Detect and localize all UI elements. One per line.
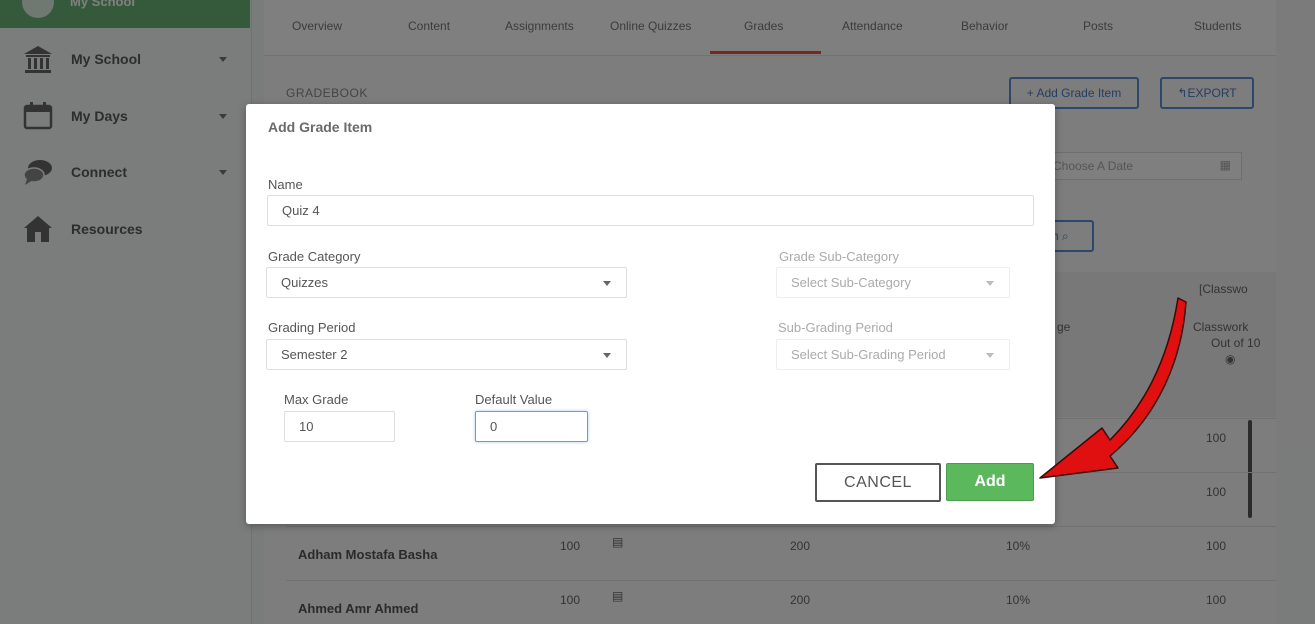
grading-period-select[interactable]: Semester 2 [266,339,627,370]
grade-subcategory-select[interactable]: Select Sub-Category [776,267,1010,298]
max-grade-input[interactable] [284,411,395,442]
grading-period-value: Semester 2 [281,347,348,362]
chevron-down-icon [603,353,611,358]
name-input[interactable] [267,195,1034,226]
grade-subcategory-placeholder: Select Sub-Category [791,275,911,290]
add-grade-item-dialog: Add Grade Item Name Grade Category Quizz… [246,104,1055,524]
sub-grading-period-select[interactable]: Select Sub-Grading Period [776,339,1010,370]
sub-grading-period-label: Sub-Grading Period [778,320,893,335]
grading-period-label: Grading Period [268,320,356,335]
chevron-down-icon [986,281,994,286]
grade-category-label: Grade Category [268,249,361,264]
dialog-title: Add Grade Item [268,119,373,135]
grade-subcategory-label: Grade Sub-Category [779,249,899,264]
cancel-button[interactable]: CANCEL [815,463,941,502]
default-value-input[interactable] [475,411,588,442]
max-grade-label: Max Grade [284,392,349,407]
red-arrow-annotation-icon [1039,297,1187,479]
grade-category-select[interactable]: Quizzes [266,267,627,298]
sub-grading-period-placeholder: Select Sub-Grading Period [791,347,946,362]
chevron-down-icon [603,281,611,286]
add-button[interactable]: Add [946,463,1034,501]
name-label: Name [268,177,303,192]
default-value-label: Default Value [475,392,553,407]
grade-category-value: Quizzes [281,275,328,290]
chevron-down-icon [986,353,994,358]
